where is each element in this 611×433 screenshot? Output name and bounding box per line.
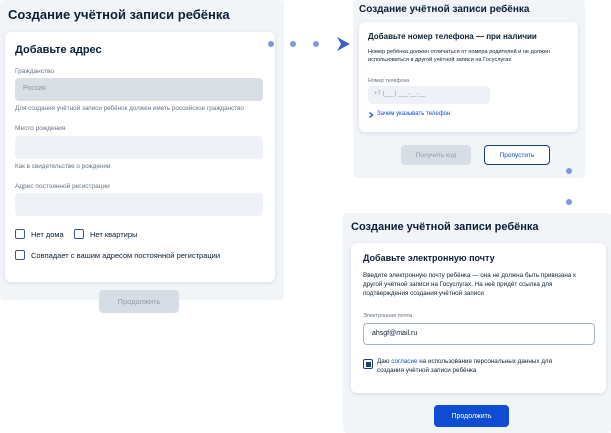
consent-checkbox[interactable] <box>363 359 373 369</box>
address-label: Адрес постоянной регистрации <box>15 183 110 190</box>
consent-link[interactable]: согласие <box>391 358 417 365</box>
continue-button[interactable]: Продолжить <box>99 290 179 313</box>
same-address-label: Совпадает с вашим адресом постоянной рег… <box>31 251 221 260</box>
connector-dot <box>566 199 572 205</box>
continue-button[interactable]: Продолжить <box>434 405 509 427</box>
email-value: ahsgf@mail.ru <box>372 330 418 337</box>
page-title: Создание учётной записи ребёнка <box>359 4 530 15</box>
phone-description: Номер ребёнка должен отличаться от номер… <box>368 49 551 64</box>
citizenship-value: Россия <box>23 85 46 92</box>
phone-card: Добавьте номер телефона — при наличии Но… <box>359 22 578 132</box>
page-title: Создание учётной записи ребёнка <box>351 221 539 233</box>
card-title: Добавьте адрес <box>15 44 102 56</box>
card-title: Добавьте номер телефона — при наличии <box>368 32 537 41</box>
no-house-label: Нет дома <box>31 230 64 239</box>
email-label: Электронная почта <box>363 313 413 319</box>
card-title: Добавьте электронную почту <box>363 253 495 263</box>
address-input[interactable] <box>15 193 263 216</box>
citizenship-hint: Для создания учётной записи ребёнок долж… <box>15 105 244 112</box>
phone-label: Номер телефона <box>368 78 410 84</box>
connector-dot <box>566 168 572 174</box>
page-title: Создание учётной записи ребёнка <box>8 7 230 22</box>
birthplace-label: Место рождения <box>15 125 66 132</box>
same-address-checkbox[interactable] <box>15 250 25 260</box>
chevron-right-icon <box>369 112 374 118</box>
phone-placeholder: +7 (___) ___-__-__ <box>374 91 426 97</box>
email-step-panel: Создание учётной записи ребёнка Добавьте… <box>343 213 611 433</box>
citizenship-label: Гражданство <box>15 68 54 75</box>
birthplace-hint: Как в свидетельстве о рождении <box>15 163 111 170</box>
email-card: Добавьте электронную почту Введите элект… <box>351 243 606 393</box>
phone-step-panel: Создание учётной записи ребёнка Добавьте… <box>353 0 585 178</box>
consent-text: Даю согласие на использование персональн… <box>377 358 552 375</box>
get-code-button[interactable]: Получить код <box>401 145 471 165</box>
email-description: Введите электронную почту ребёнка — она … <box>363 272 576 298</box>
connector-dot <box>268 41 274 47</box>
citizenship-field[interactable]: Россия <box>15 78 263 101</box>
no-house-checkbox[interactable] <box>15 229 25 239</box>
no-apartment-checkbox[interactable] <box>74 229 84 239</box>
checkbox-checked-icon <box>365 361 371 367</box>
email-input[interactable]: ahsgf@mail.ru <box>363 323 595 345</box>
skip-button[interactable]: Пропустить <box>484 145 550 165</box>
no-apartment-label: Нет квартиры <box>90 230 138 239</box>
why-phone-link[interactable]: Зачем указывать телефон <box>377 111 450 117</box>
birthplace-input[interactable] <box>15 136 263 159</box>
arrow-right-icon <box>337 37 350 51</box>
connector-dot <box>313 41 319 47</box>
address-card: Добавьте адрес Гражданство Россия Для со… <box>5 32 275 282</box>
phone-input[interactable]: +7 (___) ___-__-__ <box>368 86 490 104</box>
address-step-panel: Создание учётной записи ребёнка Добавьте… <box>0 0 284 313</box>
connector-dot <box>290 41 296 47</box>
